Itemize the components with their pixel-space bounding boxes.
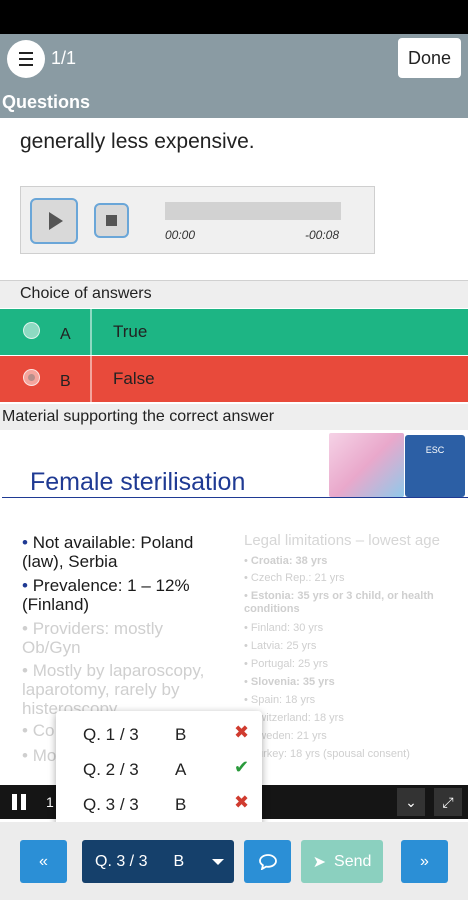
- audio-player: 00:00 -00:08: [20, 186, 375, 254]
- fullscreen-icon[interactable]: ⤢: [434, 788, 462, 816]
- slide-right-item: • Croatia: 38 yrs: [244, 555, 328, 567]
- wrong-icon: ✖: [234, 722, 250, 742]
- answer-text: True: [113, 322, 148, 341]
- hamburger-icon: [19, 50, 33, 68]
- answer-letter-cell: A: [0, 309, 92, 355]
- status-bar: [0, 0, 468, 34]
- esc-logo: ESC: [405, 435, 465, 497]
- audio-remaining-time: -00:08: [305, 228, 340, 242]
- check-icon: ✔: [234, 757, 250, 777]
- popup-question: Q. 3 / 3: [83, 795, 139, 814]
- section-title: Questions: [2, 92, 91, 112]
- answer-option-a[interactable]: A True: [0, 309, 468, 355]
- top-bar: 1/1 Done Questions: [0, 34, 468, 118]
- wrong-icon: ✖: [234, 792, 250, 812]
- popup-question: Q. 1 / 3: [83, 725, 139, 744]
- answer-letter-cell: B: [0, 356, 92, 402]
- slide-bullet: • Providers: mostly Ob/Gyn: [22, 619, 164, 657]
- pause-icon[interactable]: [12, 794, 26, 810]
- paper-plane-icon: ➤: [312, 853, 327, 871]
- stop-icon: [106, 215, 117, 226]
- play-button[interactable]: [30, 198, 78, 244]
- comment-button[interactable]: [244, 840, 291, 883]
- audio-elapsed-time: 00:00: [165, 228, 196, 242]
- previous-button[interactable]: «: [20, 840, 67, 883]
- chevron-down-icon[interactable]: ⌄: [397, 788, 425, 816]
- popup-row[interactable]: Q. 2 / 3 A ✔: [56, 751, 262, 786]
- popup-row[interactable]: Q. 3 / 3 B ✖: [56, 786, 262, 821]
- slide-bullet: • Not available: Poland (law), Serbia: [22, 533, 194, 571]
- slide-bullet: • Prevalence: 1 – 12% (Finland): [22, 576, 190, 614]
- answer-radio[interactable]: [23, 369, 40, 386]
- answer-radio[interactable]: [23, 322, 40, 339]
- slide-right-header: Legal limitations – lowest age: [244, 532, 440, 549]
- audio-progress-track[interactable]: [165, 202, 341, 220]
- slide-right-item: • Latvia: 25 yrs: [244, 640, 317, 652]
- question-select-answer: B: [173, 852, 185, 870]
- slide-right-item: • Spain: 18 yrs: [244, 694, 316, 706]
- send-label: Send: [334, 852, 372, 870]
- bottom-nav-bar: « Q. 3 / 3 B ➤ Send »: [0, 822, 468, 900]
- question-select-label: Q. 3 / 3: [95, 852, 148, 870]
- popup-question: Q. 2 / 3: [83, 760, 139, 779]
- stop-button[interactable]: [94, 203, 129, 238]
- popup-answer: A: [175, 760, 187, 779]
- answers-header: Choice of answers: [0, 280, 468, 308]
- support-material-label: Material supporting the correct answer: [2, 408, 275, 425]
- support-material-header: Material supporting the correct answer: [0, 404, 468, 430]
- question-select[interactable]: Q. 3 / 3 B: [82, 840, 234, 883]
- answer-letter: B: [60, 373, 71, 390]
- anatomy-illustration: [329, 433, 404, 497]
- question-counter: 1/1: [51, 48, 77, 68]
- popup-row[interactable]: Q. 1 / 3 B ✖: [56, 716, 262, 751]
- video-time: 1: [46, 794, 54, 810]
- answer-letter: A: [60, 326, 71, 343]
- slide-right-item: • Finland: 30 yrs: [244, 622, 324, 634]
- slide-right-item: • Estonia: 35 yrs or 3 child, or health …: [244, 590, 434, 615]
- slide-right-item: • Portugal: 25 yrs: [244, 658, 328, 670]
- answer-option-b[interactable]: B False: [0, 356, 468, 402]
- slide-divider: [2, 497, 468, 498]
- question-results-popup: Q. 1 / 3 B ✖ Q. 2 / 3 A ✔ Q. 3 / 3 B ✖: [56, 711, 262, 829]
- answer-text: False: [113, 369, 155, 388]
- slide-right-item: • Slovenia: 35 yrs: [244, 676, 335, 688]
- popup-answer: B: [175, 795, 187, 814]
- play-icon: [48, 212, 63, 230]
- answers-header-label: Choice of answers: [20, 285, 152, 302]
- caret-down-icon: [212, 859, 224, 865]
- slide-title: Female sterilisation: [30, 468, 246, 496]
- menu-button[interactable]: [7, 40, 45, 78]
- next-button[interactable]: »: [401, 840, 448, 883]
- question-text: generally less expensive.: [20, 130, 255, 153]
- slide-right-item: • Turkey: 18 yrs (spousal consent): [244, 748, 410, 760]
- slide-right-item: • Czech Rep.: 21 yrs: [244, 572, 345, 584]
- done-button[interactable]: Done: [398, 38, 461, 78]
- popup-answer: B: [175, 725, 187, 744]
- send-button[interactable]: ➤ Send: [301, 840, 383, 883]
- chat-icon: [258, 853, 277, 870]
- slide-bullet: • Mostly by laparoscopy, laparotomy, rar…: [22, 661, 205, 718]
